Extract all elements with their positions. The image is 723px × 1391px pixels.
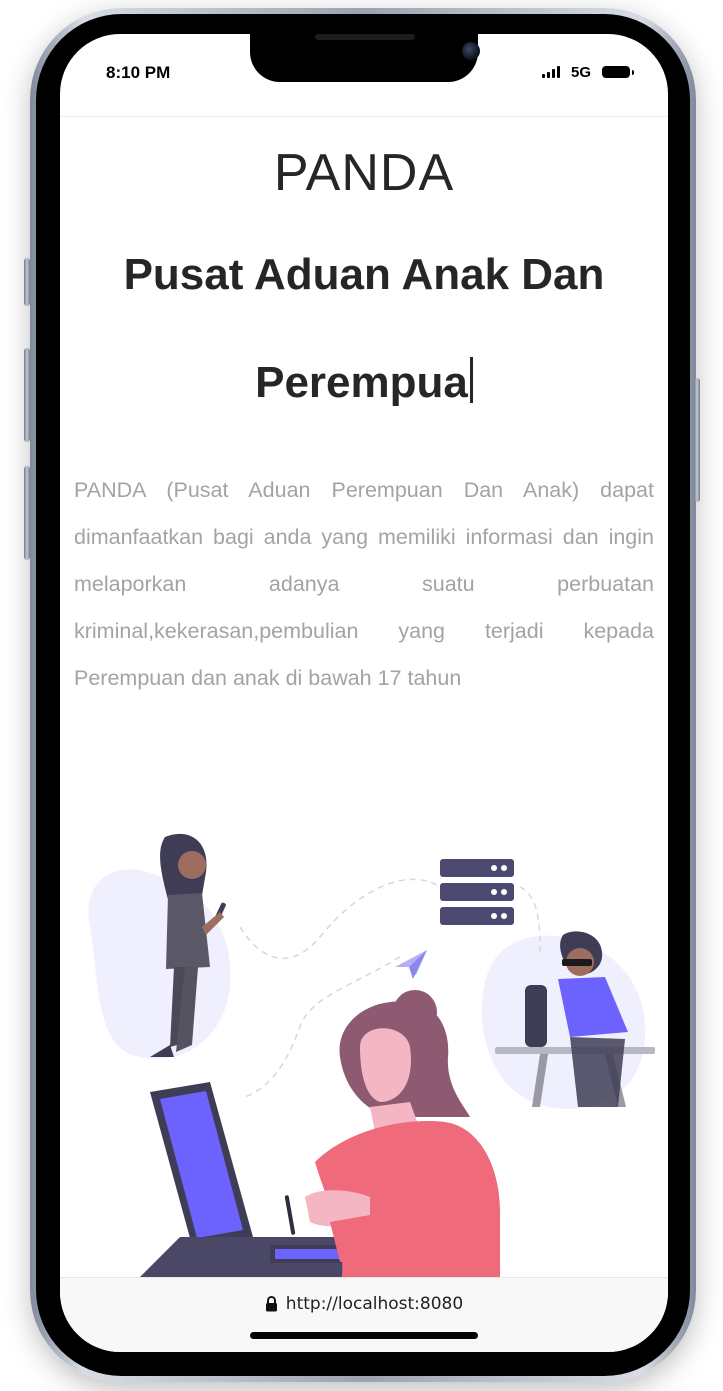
url-container[interactable]: http://localhost:8080 — [60, 1294, 668, 1314]
home-indicator[interactable] — [250, 1332, 478, 1339]
divider — [60, 116, 668, 117]
lock-icon — [265, 1296, 277, 1312]
battery-icon — [602, 66, 634, 78]
page-description: PANDA (Pusat Aduan Perempuan Dan Anak) d… — [74, 478, 654, 690]
camera-icon — [462, 42, 480, 60]
headline-line-2: Perempua — [84, 329, 644, 437]
headline-line-1: Pusat Aduan Anak Dan — [123, 250, 605, 299]
notch — [250, 34, 480, 82]
brand-title: PANDA — [273, 144, 455, 202]
side-button-volume-down — [24, 466, 30, 560]
url-text[interactable]: http://localhost:8080 — [286, 1294, 463, 1314]
signal-bars-icon — [542, 66, 560, 78]
headline-typed-text: Perempua — [255, 358, 468, 407]
side-button-power — [694, 378, 700, 502]
side-button-mute — [24, 258, 30, 306]
phone-screen: 8:10 PM 5G PANDA Pusat Aduan Anak Dan Pe… — [60, 34, 668, 1352]
speaker-grille — [315, 34, 415, 40]
typing-cursor — [469, 357, 473, 403]
page-headline: Pusat Aduan Anak Dan Perempua — [84, 221, 644, 437]
network-type: 5G — [571, 64, 592, 81]
side-button-volume-up — [24, 348, 30, 442]
browser-url-bar[interactable]: http://localhost:8080 — [60, 1277, 668, 1352]
status-time: 8:10 PM — [106, 63, 171, 82]
reporting-illustration-icon — [88, 833, 655, 1287]
